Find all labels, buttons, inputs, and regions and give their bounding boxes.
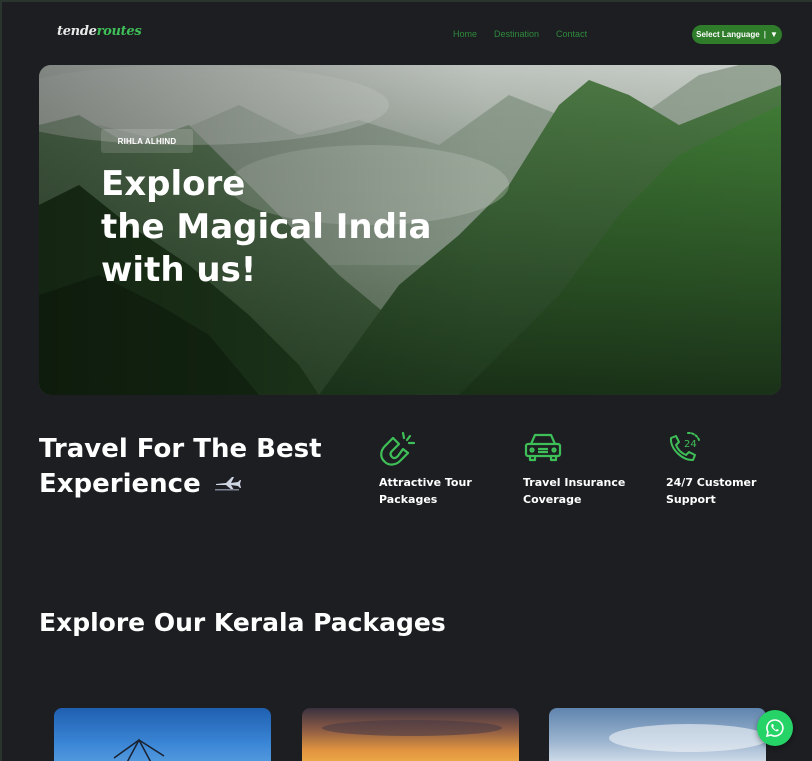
package-card[interactable] <box>54 708 271 761</box>
package-card-image <box>113 738 165 761</box>
airplane-icon <box>214 467 242 502</box>
logo-text-part1: tende <box>57 24 97 39</box>
chevron-down-icon: ▼ <box>769 30 778 39</box>
hero-badge: RIHLA ALHIND <box>101 129 193 153</box>
feature-label-line-2: Packages <box>379 493 438 506</box>
nav-link-destination[interactable]: Destination <box>494 29 539 39</box>
language-divider: | <box>763 30 766 39</box>
hero-title: Explore the Magical India with us! <box>101 163 521 292</box>
feature-label-line-1: Attractive Tour <box>379 476 472 489</box>
feature-label-line-2: Coverage <box>523 493 582 506</box>
nav-link-contact[interactable]: Contact <box>556 29 587 39</box>
whatsapp-button[interactable] <box>757 710 793 746</box>
experience-heading-line-2-text: Experience <box>39 469 201 499</box>
feature-tour-packages: Attractive Tour Packages <box>379 430 499 508</box>
car-icon <box>523 430 563 466</box>
hero-title-line-3: with us! <box>101 250 257 290</box>
package-card[interactable] <box>302 708 519 761</box>
packages-heading: Explore Our Kerala Packages <box>39 608 446 637</box>
feature-label: Attractive Tour Packages <box>379 474 499 508</box>
package-card-image <box>322 720 502 736</box>
top-navigation: tenderoutes Home Destination Contact Sel… <box>2 2 812 64</box>
feature-label-line-1: 24/7 Customer <box>666 476 757 489</box>
feature-label: Travel Insurance Coverage <box>523 474 643 508</box>
logo-text-part2: routes <box>96 24 142 39</box>
whatsapp-icon <box>765 719 784 738</box>
magnet-icon <box>379 430 419 466</box>
support-24-phone-icon: 24 <box>666 430 706 466</box>
package-card[interactable] <box>549 708 766 761</box>
feature-label-line-2: Support <box>666 493 716 506</box>
nav-link-home[interactable]: Home <box>453 29 477 39</box>
experience-heading: Travel For The Best Experience <box>39 432 359 502</box>
hero-banner: RIHLA ALHIND Explore the Magical India w… <box>39 65 781 395</box>
feature-label-line-1: Travel Insurance <box>523 476 626 489</box>
feature-label: 24/7 Customer Support <box>666 474 786 508</box>
package-card-image <box>609 724 766 752</box>
hero-title-line-1: Explore <box>101 164 246 204</box>
language-select-label: Select Language <box>696 30 760 39</box>
experience-heading-line-2: Experience <box>39 467 359 502</box>
feature-travel-insurance: Travel Insurance Coverage <box>523 430 643 508</box>
site-logo[interactable]: tenderoutes <box>57 24 142 39</box>
feature-customer-support: 24 24/7 Customer Support <box>666 430 786 508</box>
language-select-button[interactable]: Select Language | ▼ <box>692 25 782 44</box>
svg-text:24: 24 <box>684 439 697 450</box>
hero-title-line-2: the Magical India <box>101 207 432 247</box>
nav-menu: Home Destination Contact <box>453 29 604 39</box>
experience-heading-line-1: Travel For The Best <box>39 434 322 464</box>
